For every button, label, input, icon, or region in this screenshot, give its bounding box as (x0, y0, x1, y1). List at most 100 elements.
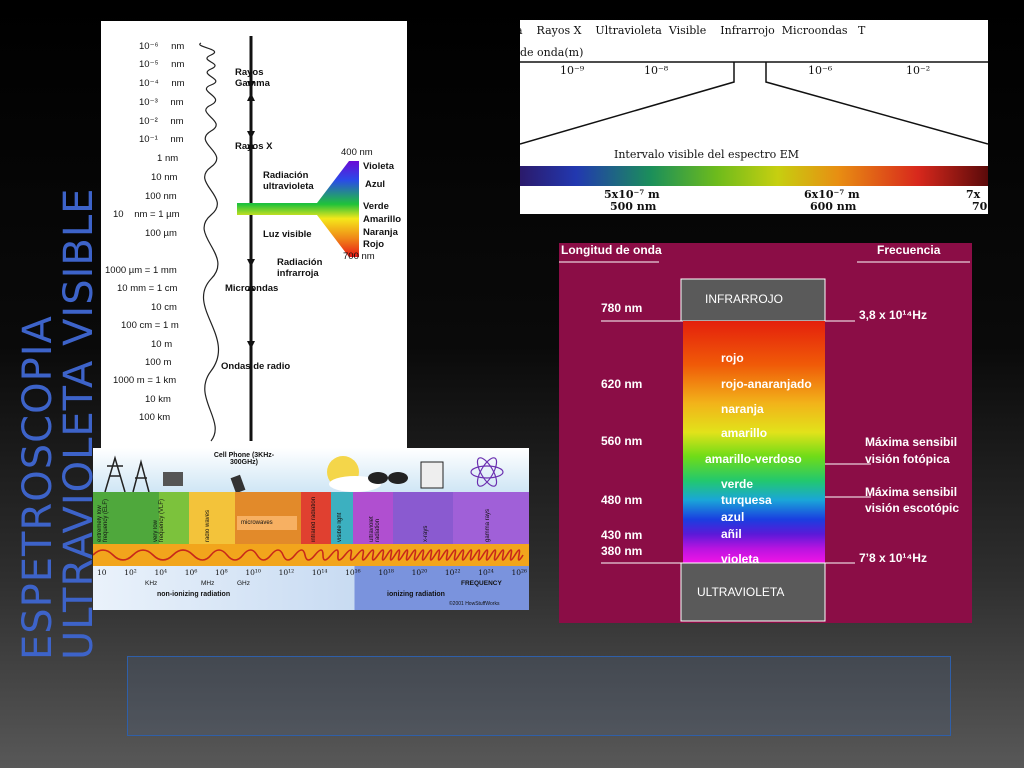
visible-label: 700 nm (343, 251, 375, 262)
scale-tick: 10 nm (151, 172, 178, 183)
col-wavelength-label: Longitud de onda (561, 243, 662, 257)
scale-tick: 100 m (145, 357, 172, 368)
scale-tick: 10 cm (151, 302, 177, 313)
range-tick: 10⁻² (906, 64, 931, 77)
region-label: Ondas de radio (221, 361, 291, 372)
freq-tick: 10¹⁶ (345, 568, 361, 577)
color-name: azul (721, 510, 745, 524)
region-label: Luz visible (263, 229, 312, 240)
scale-tick: 10⁻² nm (139, 116, 184, 127)
wavelength-tick: 430 nm (601, 528, 643, 542)
em-range-figure: a Rayos X Ultravioleta Visible Infrarroj… (520, 20, 988, 214)
wavelength-tick: 480 nm (601, 493, 643, 507)
scale-tick: 10⁻¹ nm (139, 134, 184, 145)
bottom-nm: 600 nm (810, 200, 857, 213)
freq-tick: 10¹⁴ (311, 568, 328, 577)
freq-tick: 10²² (444, 568, 461, 577)
color-name: rojo-anaranjado (721, 377, 812, 391)
band-label: very low frequency (VLF) (153, 498, 165, 542)
band-label: microwaves (241, 520, 273, 526)
freq-tick: 10²⁴ (478, 568, 494, 577)
region-label: Radiación ultravioleta (263, 170, 314, 192)
band-label: ultraviolet radiation (369, 516, 381, 542)
color-name: violeta (721, 552, 760, 566)
scale-tick: 10⁻⁴ nm (139, 78, 185, 89)
visible-label: Naranja (363, 227, 398, 238)
freq-tick: 10¹² (278, 568, 295, 577)
band-label: radio waves (205, 509, 211, 542)
wavelength-tick: 560 nm (601, 434, 643, 448)
band-label: gamma rays (485, 508, 491, 542)
unit-tick: KHz (145, 580, 158, 587)
freq-tick: 10¹⁰ (245, 568, 261, 577)
freq-tick: 10⁴ (154, 568, 168, 577)
unit-tick: GHz (237, 580, 250, 587)
visible-spectrum-chart: Longitud de onda Frecuencia INFRARROJO U… (559, 243, 972, 623)
scale-tick: 1 nm (157, 153, 179, 164)
scale-tick: 1000 µm = 1 mm (105, 265, 177, 276)
ultraviolet-label: ULTRAVIOLETA (697, 585, 785, 599)
scale-tick: 10⁻⁵ nm (139, 59, 185, 70)
scale-tick: 100 cm = 1 m (121, 320, 179, 331)
wave-line (199, 42, 219, 442)
scotopic-note: Máxima sensibil (865, 485, 958, 499)
visible-spectrum-bar (520, 166, 988, 186)
unit-tick: MHz (201, 580, 215, 587)
photopic-note: Máxima sensibil (865, 435, 958, 449)
scale-tick: 1000 m = 1 km (113, 375, 177, 386)
region-label: Microondas (225, 283, 279, 294)
bottom-nm: 500 nm (610, 200, 657, 213)
scale-tick: 10 km (145, 394, 171, 405)
bottom-nm: 70 (972, 200, 988, 213)
wavelength-tick: 380 nm (601, 544, 643, 558)
range-tick: 10⁻⁶ (808, 64, 833, 77)
freq-top: 3,8 x 10¹⁴Hz (859, 308, 927, 322)
band-label: visible light (337, 512, 343, 542)
color-name: rojo (721, 351, 744, 365)
visible-label: Violeta (363, 161, 394, 172)
frequency-bands-figure: Cell Phone (3KHz-300GHz) extremely low f… (93, 448, 529, 610)
freq-bottom: 7’8 x 10¹⁴Hz (859, 551, 927, 565)
color-name: naranja (721, 402, 764, 416)
scale-tick: 100 nm (145, 191, 177, 202)
freq-tick: 10⁸ (215, 568, 228, 577)
interval-label: Intervalo visible del espectro EM (614, 148, 800, 161)
band-label: infrared radiation (311, 496, 317, 542)
caption-placeholder[interactable] (127, 656, 951, 736)
photopic-note: visión fotópica (865, 452, 950, 466)
scale-tick: 10⁻³ nm (139, 97, 184, 108)
col-frequency-label: Frecuencia (877, 243, 941, 257)
scale-tick: 10 nm = 1 µm (113, 209, 180, 220)
wavelength-tick: 780 nm (601, 301, 643, 315)
color-name: amarillo-verdoso (705, 452, 802, 466)
color-name: añil (721, 527, 742, 541)
region-label: Rayos X (235, 141, 273, 152)
scale-tick: 10 mm = 1 cm (117, 283, 178, 294)
freq-tick: 10¹⁸ (378, 568, 394, 577)
cell-phone-label: Cell Phone (3KHz-300GHz) (213, 452, 275, 466)
ionizing-label: ionizing radiation (387, 591, 445, 598)
freq-ticks: 10 10² 10⁴ 10⁶ 10⁸ 10¹⁰ 10¹² 10¹⁴ 10¹⁶ 1… (97, 568, 527, 577)
copyright: ©2001 HowStuffWorks (449, 601, 500, 607)
range-tick: 10⁻⁹ (560, 64, 585, 77)
band-label: x-rays (423, 525, 429, 542)
wavelength-label: de onda(m) (520, 46, 584, 59)
scotopic-note: visión escotópic (865, 501, 960, 515)
color-name: verde (721, 477, 754, 491)
non-ionizing-label: non-ionizing radiation (157, 591, 231, 598)
band-labels: extremely low frequency (ELF) very low f… (93, 494, 529, 544)
visible-label: Amarillo (363, 214, 402, 225)
visible-label: 400 nm (341, 147, 373, 158)
em-spectrum-figure: 10⁻⁶ nm 10⁻⁵ nm 10⁻⁴ nm 10⁻³ nm 10⁻² nm … (101, 21, 407, 448)
scale-tick: 100 µm (145, 228, 177, 239)
range-header: a Rayos X Ultravioleta Visible Infrarroj… (520, 24, 866, 37)
color-name: turquesa (721, 493, 772, 507)
freq-tick: 10⁶ (184, 568, 198, 577)
color-name: amarillo (721, 426, 768, 440)
region-label: Rayos Gamma (235, 67, 270, 89)
freq-tick: 10 (97, 568, 107, 577)
frequency-label: FREQUENCY (461, 580, 502, 587)
visible-label: Verde (363, 201, 389, 212)
freq-tick: 10²⁰ (411, 568, 428, 577)
range-tick: 10⁻⁸ (644, 64, 669, 77)
